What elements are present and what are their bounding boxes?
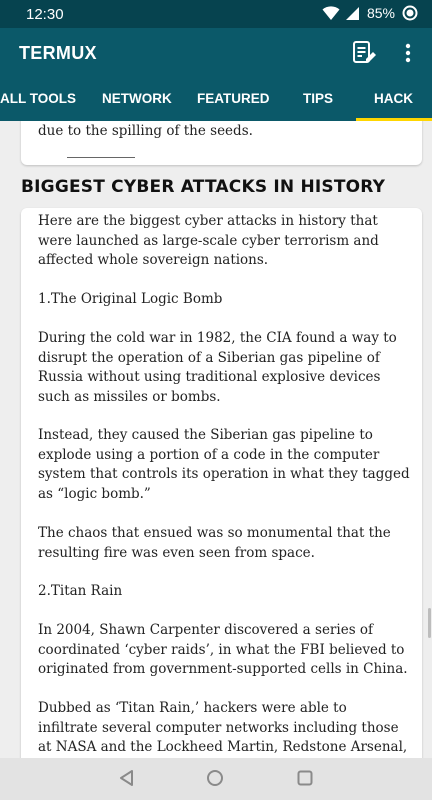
article-card: Here are the biggest cyber attacks in hi…: [21, 208, 422, 758]
tab-all-tools[interactable]: ALL TOOLS: [0, 91, 76, 106]
content-scroll[interactable]: due to the spilling of the seeds. BIGGES…: [0, 121, 432, 758]
previous-article-card: due to the spilling of the seeds.: [21, 121, 422, 165]
tab-hack[interactable]: HACK: [374, 91, 413, 106]
home-icon[interactable]: [206, 769, 224, 787]
article-paragraph: Here are the biggest cyber attacks in hi…: [38, 213, 379, 268]
tab-network[interactable]: NETWORK: [102, 91, 172, 106]
status-bar: 12:30 85%: [0, 0, 432, 28]
battery-saver-icon: [402, 5, 418, 21]
article-heading: 2.Titan Rain: [38, 583, 123, 599]
signal-icon: [345, 6, 359, 20]
tab-featured[interactable]: FEATURED: [197, 91, 270, 106]
status-time: 12:30: [26, 6, 64, 23]
more-options-button[interactable]: [401, 42, 415, 68]
tab-bar: ALL TOOLS NETWORK FEATURED TIPS HACK: [0, 78, 432, 121]
article-heading: 1.The Original Logic Bomb: [38, 291, 223, 307]
article-paragraph: Dubbed as ‘Titan Rain,’ hackers were abl…: [38, 700, 408, 755]
previous-card-text: due to the spilling of the seeds.: [38, 123, 253, 139]
article-paragraph: During the cold war in 1982, the CIA fou…: [38, 330, 397, 405]
tab-tips[interactable]: TIPS: [303, 91, 333, 106]
wifi-icon: [322, 5, 340, 20]
notes-edit-icon: [353, 41, 376, 63]
more-vert-icon: [405, 43, 411, 63]
divider: [67, 157, 135, 158]
battery-percent: 85%: [366, 5, 395, 21]
system-nav-bar: [0, 758, 432, 800]
status-icons: 85%: [322, 5, 418, 21]
section-title: BIGGEST CYBER ATTACKS IN HISTORY: [21, 177, 386, 197]
article-paragraph: Instead, they caused the Siberian gas pi…: [38, 427, 410, 502]
article-paragraph: The chaos that ensued was so monumental …: [38, 525, 391, 561]
scrollbar-thumb[interactable]: [428, 608, 431, 638]
recents-icon[interactable]: [296, 769, 314, 787]
app-title: TERMUX: [19, 43, 97, 63]
notes-edit-button[interactable]: [351, 40, 377, 70]
article-paragraph: In 2004, Shawn Carpenter discovered a se…: [38, 622, 408, 677]
back-icon[interactable]: [118, 769, 136, 787]
app-bar: TERMUX: [0, 28, 432, 78]
